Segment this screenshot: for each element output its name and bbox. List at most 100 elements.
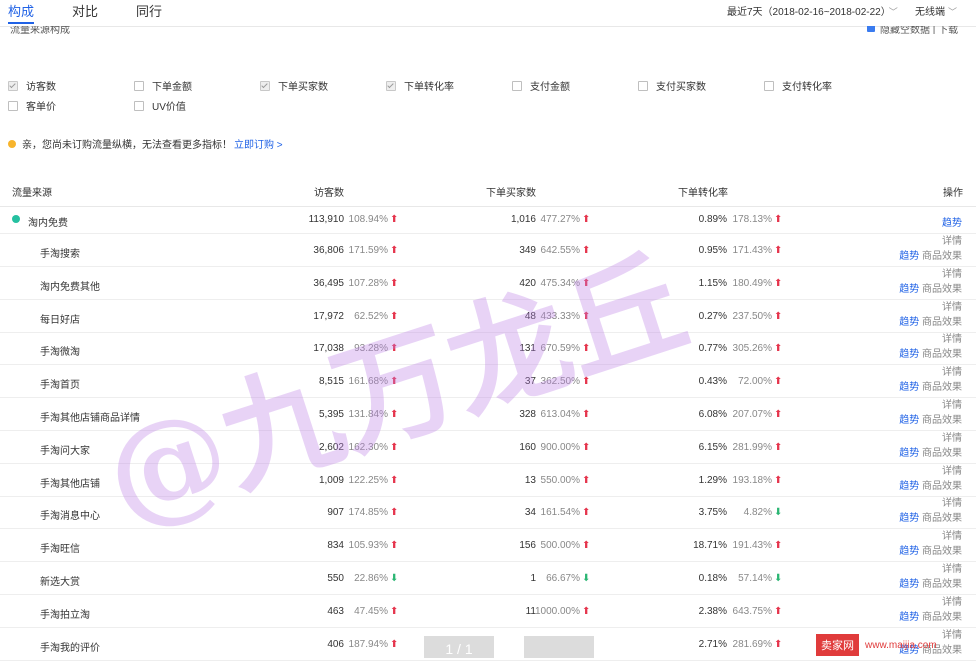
trend-link[interactable]: 趋势 [899, 481, 919, 492]
trend-link[interactable]: 趋势 [899, 317, 919, 328]
action-line: 趋势 商品效果 [899, 249, 962, 264]
trend-link[interactable]: 趋势 [899, 349, 919, 360]
trend-arrow: ⬆ [773, 311, 782, 322]
table-row[interactable]: 手淘微淘 17,038 93.28% ⬆ 131 670.59% ⬆ 0.77% 305.26%… [0, 332, 976, 366]
date-range-picker[interactable]: 最近7天（2018-02-16~2018-02-22） ﹀ [727, 3, 898, 18]
device-select[interactable]: 无线端 ﹀ [915, 3, 957, 18]
metric-option[interactable]: 支付金额 [512, 78, 570, 93]
subscribe-link[interactable]: 立即订购 > [234, 136, 283, 151]
tab-composition[interactable]: 构成 [8, 1, 34, 20]
product-effect-link[interactable]: 商品效果 [922, 317, 962, 328]
checkbox[interactable] [638, 80, 648, 91]
product-effect-link[interactable]: 商品效果 [922, 513, 962, 524]
product-effect-link[interactable]: 商品效果 [922, 448, 962, 459]
product-effect-link[interactable]: 商品效果 [922, 481, 962, 492]
trend-link[interactable]: 趋势 [899, 612, 919, 623]
trend-arrow: ⬆ [773, 214, 782, 225]
trend-link[interactable]: 趋势 [899, 546, 919, 557]
table-row[interactable]: 手淘搜索 36,806 171.59% ⬆ 349 642.55% ⬆ 0.95% 171.43… [0, 234, 976, 267]
checkbox[interactable] [134, 80, 144, 91]
detail-link[interactable]: 详情 [899, 464, 962, 479]
tab-peers[interactable]: 同行 [136, 1, 162, 20]
detail-link[interactable]: 详情 [899, 332, 962, 347]
checkbox[interactable] [260, 80, 270, 91]
detail-link[interactable]: 详情 [899, 529, 962, 544]
trend-link[interactable]: 趋势 [899, 251, 919, 262]
checkbox[interactable] [134, 100, 144, 111]
trend-link[interactable]: 趋势 [899, 513, 919, 524]
value-buyers: 1,016 [510, 214, 536, 225]
action-line: 趋势 商品效果 [899, 610, 962, 625]
metric-option[interactable]: 支付转化率 [764, 78, 832, 93]
change-rate: 57.14% [738, 573, 772, 584]
product-effect-link[interactable]: 商品效果 [922, 251, 962, 262]
detail-link[interactable]: 详情 [899, 365, 962, 380]
detail-link[interactable]: 详情 [899, 267, 962, 282]
trend-link[interactable]: 趋势 [899, 448, 919, 459]
table-row[interactable]: 手淘拍立淘 463 47.45% ⬆ 11 1000.00% ⬆ 2.38% 643.75% ⬆ 详… [0, 595, 976, 628]
tab-compare[interactable]: 对比 [72, 1, 98, 20]
product-effect-link[interactable]: 商品效果 [922, 415, 962, 426]
detail-link[interactable]: 详情 [899, 234, 962, 249]
trend-link[interactable]: 趋势 [942, 214, 962, 229]
table-row[interactable]: 手淘问大家 2,602 162.30% ⬆ 160 900.00% ⬆ 6.15% 281.99… [0, 431, 976, 464]
arrow-up-icon: ⬆ [390, 605, 399, 617]
checkbox[interactable] [512, 80, 522, 91]
metric-option[interactable]: 下单买家数 [260, 78, 328, 93]
detail-link[interactable]: 详情 [899, 595, 962, 610]
source-name: 手淘搜索 [40, 249, 80, 260]
active-tab-indicator [8, 22, 34, 24]
trend-arrow: ⬆ [581, 278, 590, 289]
table-row-group[interactable]: 淘内免费 113,910 108.94% ⬆ 1,016 477.27% ⬆ 0.89% 178… [0, 207, 976, 234]
col-buyers[interactable]: 下单买家数 [486, 184, 536, 199]
metric-option[interactable]: 支付买家数 [638, 78, 706, 93]
col-visitors[interactable]: 访客数 [314, 184, 344, 199]
value-rate: 6.08% [698, 409, 727, 420]
trend-link[interactable]: 趋势 [899, 382, 919, 393]
detail-link[interactable]: 详情 [899, 496, 962, 511]
product-effect-link[interactable]: 商品效果 [922, 546, 962, 557]
product-effect-link[interactable]: 商品效果 [922, 579, 962, 590]
metric-option[interactable]: UV价值 [134, 98, 186, 113]
product-effect-link[interactable]: 商品效果 [922, 382, 962, 393]
table-row[interactable]: 手淘其他店铺 1,009 122.25% ⬆ 13 550.00% ⬆ 1.29% 193.18… [0, 464, 976, 497]
trend-link[interactable]: 趋势 [899, 579, 919, 590]
table-row[interactable]: 每日好店 17,972 62.52% ⬆ 48 433.33% ⬆ 0.27% 237.50% ⬆… [0, 300, 976, 333]
metric-option[interactable]: 下单转化率 [386, 78, 454, 93]
trend-link[interactable]: 趋势 [899, 415, 919, 426]
value-rate: 18.71% [693, 540, 727, 552]
table-row[interactable]: 手淘其他店铺商品详情 5,395 131.84% ⬆ 328 613.04% ⬆ 6.08% 2… [0, 398, 976, 431]
checkbox[interactable] [8, 80, 18, 91]
product-effect-link[interactable]: 商品效果 [922, 349, 962, 360]
arrow-up-icon: ⬆ [582, 474, 591, 486]
trend-arrow: ⬇ [773, 573, 782, 584]
product-effect-link[interactable]: 商品效果 [922, 612, 962, 623]
arrow-up-icon: ⬆ [582, 507, 591, 519]
trend-link[interactable]: 趋势 [899, 284, 919, 295]
col-rate[interactable]: 下单转化率 [678, 184, 728, 199]
metric-option[interactable]: 下单金额 [134, 78, 192, 93]
metric-option[interactable]: 访客数 [8, 78, 56, 93]
checkbox[interactable] [8, 100, 18, 111]
pager[interactable]: 1 / 1 [424, 636, 494, 658]
detail-link[interactable]: 详情 [899, 300, 962, 315]
detail-link[interactable]: 详情 [899, 431, 962, 446]
table-row[interactable]: 手淘旺信 834 105.93% ⬆ 156 500.00% ⬆ 18.71% 191.43% ⬆… [0, 529, 976, 563]
value-rate: 0.43% [698, 376, 727, 388]
table-row[interactable]: 手淘首页 8,515 161.68% ⬆ 37 362.50% ⬆ 0.43% 72.00% ⬆ 详… [0, 365, 976, 399]
row-actions: 详情趋势 商品效果 [899, 398, 962, 428]
table-row[interactable]: 手淘消息中心 907 174.85% ⬆ 34 161.54% ⬆ 3.75% 4.82% ⬇ 详情… [0, 496, 976, 530]
source-name: 手淘问大家 [40, 445, 90, 457]
checkbox[interactable] [386, 80, 396, 91]
detail-link[interactable]: 详情 [899, 562, 962, 577]
table-row[interactable]: 淘内免费其他 36,495 107.28% ⬆ 420 475.34% ⬆ 1.15% 180.… [0, 267, 976, 300]
value-rate: 0.95% [698, 245, 727, 256]
checkbox[interactable] [764, 80, 774, 91]
product-effect-link[interactable]: 商品效果 [922, 284, 962, 295]
table-row[interactable]: 新选大赏 550 22.86% ⬇ 1 66.67% ⬇ 0.18% 57.14% ⬇ 详情 趋势 商… [0, 562, 976, 595]
site-logo: 卖家网 [816, 634, 859, 656]
detail-link[interactable]: 详情 [899, 398, 962, 413]
arrow-up-icon: ⬆ [582, 376, 591, 388]
metric-option[interactable]: 客单价 [8, 98, 56, 113]
hide-empty-checkbox[interactable] [867, 26, 875, 32]
